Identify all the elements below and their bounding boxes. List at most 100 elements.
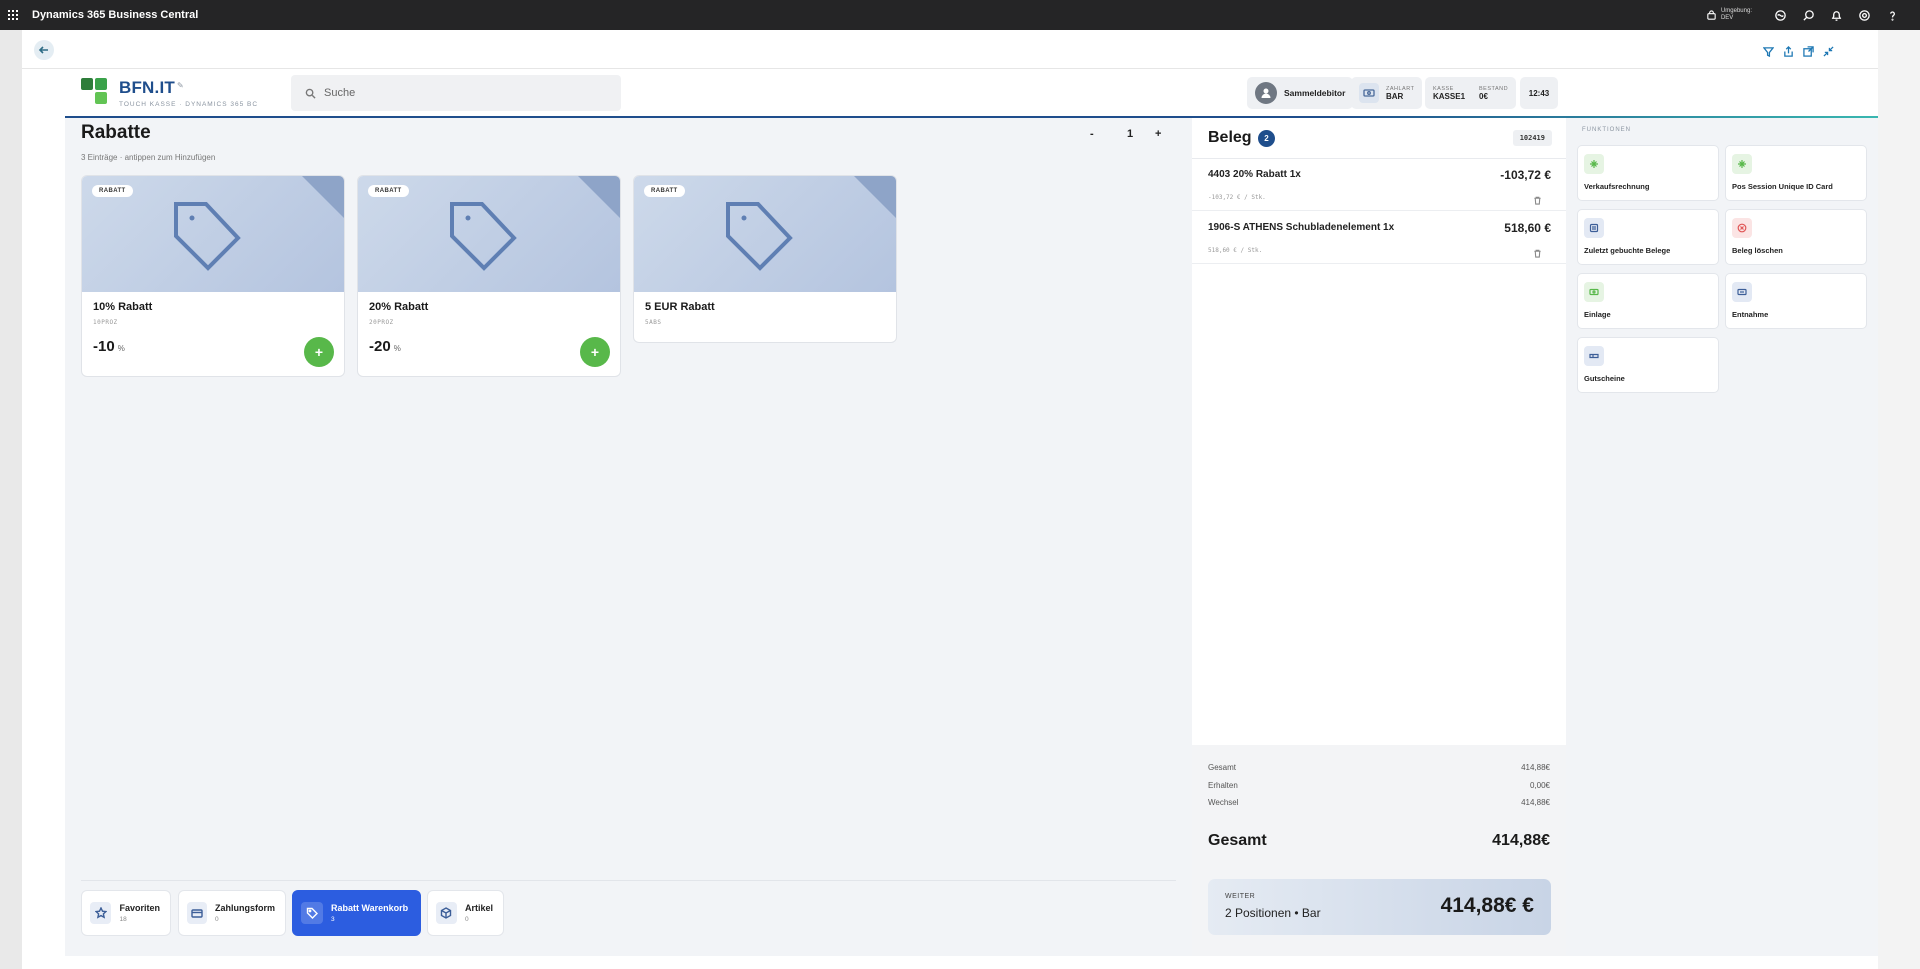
left-margin — [0, 30, 22, 969]
qty-increase-button[interactable]: + — [1155, 128, 1161, 140]
tab-count: 0 — [464, 916, 469, 923]
tag-icon — [301, 902, 323, 924]
edit-icon[interactable]: ✎ — [177, 81, 184, 90]
tab-label: Artikel — [464, 903, 493, 913]
gear-icon[interactable] — [1850, 0, 1878, 30]
receipt-line[interactable]: 1906-S ATHENS Schubladenelement 1x 518,6… — [1192, 212, 1566, 264]
open-new-window-icon[interactable] — [1803, 44, 1814, 62]
cash-icon — [1359, 83, 1379, 103]
back-button[interactable] — [34, 40, 54, 60]
line-detail: 518,60 € / Stk. — [1208, 247, 1263, 254]
card-icon — [187, 902, 207, 924]
time-display: 12:43 — [1528, 88, 1550, 98]
verkaufsrechnung-button[interactable]: Verkaufsrechnung — [1577, 145, 1719, 201]
box-icon — [436, 902, 457, 924]
subtotal-row: Gesamt 414,88€ — [1208, 763, 1550, 772]
payment-method-selector[interactable]: ZAHLART BAR — [1351, 77, 1423, 109]
tag-icon — [168, 198, 248, 279]
card-code: 20PROZ — [369, 319, 394, 326]
checkout-button[interactable]: WEITER 2 Positionen • Bar 414,88€ € — [1208, 879, 1551, 935]
voucher-icon — [1584, 346, 1604, 366]
filter-icon[interactable] — [1762, 44, 1775, 62]
card-code: 5ABS — [645, 319, 662, 326]
category-badge: RABATT — [644, 185, 685, 197]
entnahme-button[interactable]: Entnahme — [1725, 273, 1867, 329]
delete-receipt-button[interactable]: Beleg löschen — [1725, 209, 1867, 265]
tab-artikel[interactable]: Artikel 0 — [427, 890, 504, 936]
tab-count: 18 — [119, 916, 127, 923]
product-card[interactable]: RABATT 10% Rabatt 10PROZ -10% + — [81, 175, 345, 377]
receipt-number: 102419 — [1512, 130, 1552, 146]
line-price: 518,60 € — [1504, 221, 1551, 235]
card-title: 20% Rabatt — [369, 301, 429, 313]
checkout-label: WEITER — [1225, 893, 1256, 900]
checkout-amount: 414,88€ € — [1440, 894, 1534, 917]
brand-logo — [81, 78, 109, 106]
page-subtitle: 3 Einträge · antippen zum Hinzufügen — [81, 153, 216, 162]
checkout-summary: 2 Positionen • Bar — [1225, 906, 1321, 920]
einlage-button[interactable]: Einlage — [1577, 273, 1719, 329]
gutscheine-button[interactable]: Gutscheine — [1577, 337, 1719, 393]
pos-app: BFN.IT ✎ TOUCH KASSE · DYNAMICS 365 BC S… — [65, 70, 1878, 956]
product-card[interactable]: RABATT 20% Rabatt 20PROZ -20% + — [357, 175, 621, 377]
tab-favoriten[interactable]: Favoriten 18 — [81, 890, 171, 936]
share-icon[interactable] — [1783, 44, 1794, 62]
search-box[interactable] — [291, 75, 621, 111]
delete-circle-icon — [1732, 218, 1752, 238]
trash-icon[interactable] — [1533, 245, 1542, 263]
qty-decrease-button[interactable]: - — [1090, 128, 1094, 140]
pos-header: BFN.IT ✎ TOUCH KASSE · DYNAMICS 365 BC S… — [65, 70, 1878, 117]
right-margin — [1878, 30, 1920, 969]
functions-title: FUNKTIONEN — [1582, 127, 1631, 133]
frame-divider — [22, 68, 1878, 69]
tab-count: 0 — [215, 916, 219, 923]
tab-label: Zahlungsform — [215, 903, 275, 913]
copilot-icon[interactable] — [1766, 0, 1794, 30]
environment-label: Umgebung: — [1720, 8, 1752, 14]
receipt-count-badge: 2 — [1258, 130, 1275, 147]
totals-section: Gesamt 414,88€ Erhalten 0,00€ Wechsel 414,8… — [1192, 745, 1566, 956]
register-info[interactable]: KASSE KASSE1 BESTAND 0€ — [1425, 77, 1517, 109]
cash-out-icon — [1732, 282, 1752, 302]
trash-icon[interactable] — [1533, 192, 1542, 210]
search-input[interactable] — [324, 87, 604, 99]
search-icon — [305, 88, 316, 99]
app-title: Dynamics 365 Business Central — [32, 9, 199, 21]
app-top-bar: Dynamics 365 Business Central Umgebung: … — [0, 0, 1920, 30]
help-icon[interactable] — [1878, 0, 1906, 30]
page-title: Rabatte — [81, 122, 151, 143]
card-title: 5 EUR Rabatt — [645, 301, 715, 313]
pos-session-id-card-button[interactable]: Pos Session Unique ID Card — [1725, 145, 1867, 201]
app-launcher-icon[interactable] — [0, 0, 26, 30]
customer-name: Sammeldebitor — [1284, 88, 1346, 98]
environment-indicator[interactable]: Umgebung: DEV — [1706, 8, 1752, 22]
bestand-value: 0€ — [1479, 91, 1488, 101]
clock: 12:43 — [1520, 77, 1558, 109]
card-image: RABATT — [82, 176, 344, 292]
search-icon[interactable] — [1794, 0, 1822, 30]
kasse-value: KASSE1 — [1433, 91, 1466, 101]
sparkle-icon — [1584, 154, 1604, 174]
tag-icon — [444, 198, 524, 279]
collapse-icon[interactable] — [1823, 44, 1834, 62]
line-name: 4403 20% Rabatt 1x — [1208, 169, 1301, 180]
received-row: Erhalten 0,00€ — [1208, 781, 1550, 790]
qty-value: 1 — [1127, 128, 1134, 140]
recent-receipts-button[interactable]: Zuletzt gebuchte Belege — [1577, 209, 1719, 265]
bell-icon[interactable] — [1822, 0, 1850, 30]
add-button[interactable]: + — [580, 337, 610, 367]
tab-label: Favoriten — [119, 903, 160, 913]
product-card[interactable]: RABATT 5 EUR Rabatt 5ABS — [633, 175, 897, 343]
star-icon — [90, 902, 112, 924]
customer-selector[interactable]: Sammeldebitor — [1247, 77, 1354, 109]
grand-total: Gesamt 414,88€ — [1208, 832, 1550, 849]
sparkle-icon — [1732, 154, 1752, 174]
tab-rabatt-warenkorb[interactable]: Rabatt Warenkorb 3 — [292, 890, 421, 936]
add-button[interactable]: + — [304, 337, 334, 367]
receipt-line[interactable]: 4403 20% Rabatt 1x -103,72 € -103,72 € /… — [1192, 159, 1566, 211]
tab-label: Rabatt Warenkorb — [331, 903, 409, 913]
tab-zahlungsform[interactable]: Zahlungsform 0 — [178, 890, 286, 936]
card-value: -10% — [93, 338, 125, 355]
arrow-left-icon — [38, 46, 48, 54]
environment-icon — [1707, 9, 1716, 20]
